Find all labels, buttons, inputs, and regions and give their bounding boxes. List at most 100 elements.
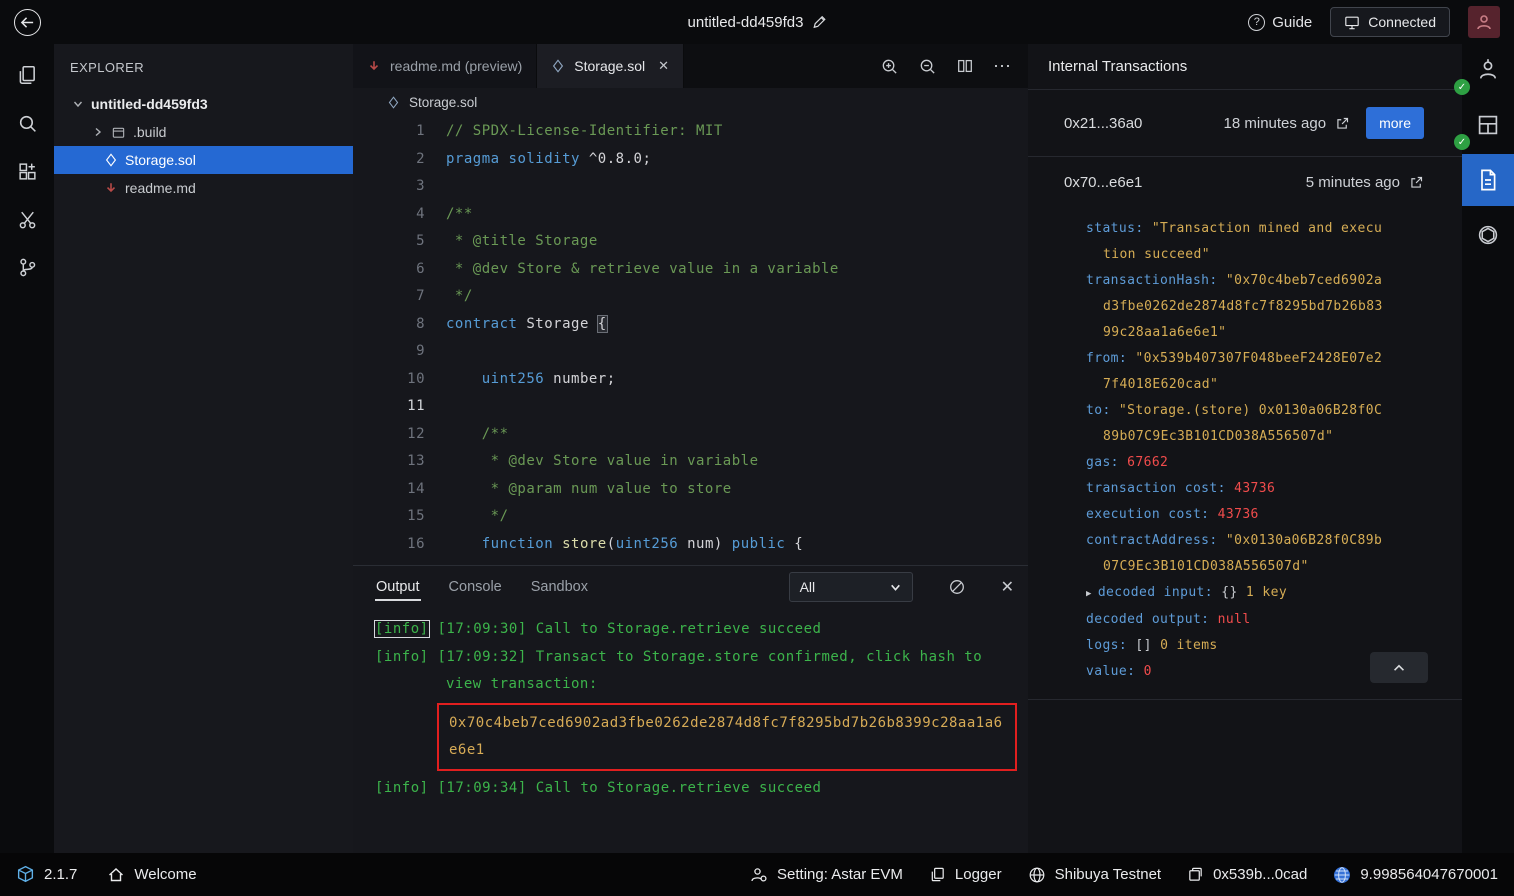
code-line[interactable]: 1// SPDX-License-Identifier: MIT	[353, 118, 1028, 146]
code-editor[interactable]: 1// SPDX-License-Identifier: MIT2pragma …	[353, 116, 1028, 565]
external-link-icon[interactable]	[1409, 175, 1424, 190]
network-indicator[interactable]: Shibuya Testnet	[1028, 866, 1161, 884]
detail-value: 0 items	[1160, 638, 1218, 653]
code-line[interactable]: 3	[353, 173, 1028, 201]
tx-detail-row: status: "Transaction mined and execution…	[1086, 216, 1390, 268]
breadcrumb[interactable]: Storage.sol	[353, 88, 1028, 116]
detail-label: execution cost:	[1086, 507, 1218, 522]
blue-globe-icon	[1333, 866, 1351, 884]
code-line[interactable]: 6 * @dev Store & retrieve value in a var…	[353, 256, 1028, 284]
tab-console[interactable]: Console	[448, 569, 503, 605]
logger-button[interactable]: Logger	[929, 866, 1002, 883]
document-icon[interactable]	[1462, 154, 1514, 206]
tx-detail-row: decoded output: null	[1086, 607, 1390, 633]
transaction-item[interactable]: 0x70...e6e1 5 minutes ago	[1028, 157, 1462, 208]
line-number: 13	[353, 448, 425, 476]
code-line[interactable]: 10 uint256 number;	[353, 366, 1028, 394]
code-line[interactable]: 9	[353, 338, 1028, 366]
external-link-icon[interactable]	[1335, 116, 1350, 131]
close-panel-icon[interactable]: ✕	[1001, 577, 1014, 597]
account-indicator[interactable]: 0x539b...0cad	[1187, 866, 1307, 883]
transaction-hash[interactable]: 0x70...e6e1	[1064, 174, 1142, 191]
solidity-file-icon	[387, 96, 400, 109]
user-icon	[1475, 13, 1493, 31]
split-editor-icon[interactable]	[956, 57, 974, 75]
code-line[interactable]: 4/**	[353, 201, 1028, 229]
tree-item-build[interactable]: .build	[54, 118, 353, 146]
panel-title: Internal Transactions	[1028, 44, 1462, 90]
check-badge-icon: ✓	[1454, 79, 1470, 95]
detail-label: decoded output:	[1086, 612, 1218, 627]
tx-detail-row: gas: 67662	[1086, 450, 1390, 476]
app-window: untitled-dd459fd3 ? Guide Connected	[0, 0, 1514, 896]
code-line[interactable]: 12 /**	[353, 421, 1028, 449]
plugins-icon[interactable]	[5, 152, 49, 190]
back-button[interactable]	[14, 9, 41, 36]
code-line[interactable]: 13 * @dev Store value in variable	[353, 448, 1028, 476]
help-icon: ?	[1248, 14, 1265, 31]
tab-storage[interactable]: Storage.sol ✕	[537, 44, 684, 88]
compiler-icon[interactable]: ✓	[1462, 44, 1514, 96]
tab-sandbox[interactable]: Sandbox	[530, 569, 589, 605]
detail-value: "0x539b407307F048beeF2428E07e27f4018E620…	[1103, 351, 1382, 392]
code-line[interactable]: 2pragma solidity ^0.8.0;	[353, 146, 1028, 174]
tx-detail-row: from: "0x539b407307F048beeF2428E07e27f40…	[1086, 346, 1390, 398]
code-line[interactable]: 5 * @title Storage	[353, 228, 1028, 256]
clear-output-icon[interactable]	[948, 578, 966, 596]
setting-indicator[interactable]: Setting: Astar EVM	[750, 866, 903, 884]
globe-icon	[1028, 866, 1046, 884]
line-number: 7	[353, 283, 425, 311]
log-line: [info] [17:09:32] Transact to Storage.st…	[375, 644, 1012, 699]
expand-arrow-icon[interactable]: ▶	[1086, 589, 1092, 599]
detail-label: status:	[1086, 221, 1152, 236]
tree-item-storage[interactable]: Storage.sol	[54, 146, 353, 174]
code-line[interactable]: 15 */	[353, 503, 1028, 531]
chevron-down-icon	[72, 98, 84, 110]
tx-detail-row[interactable]: ▶decoded input: {} 1 key	[1086, 580, 1390, 607]
connected-button[interactable]: Connected	[1330, 7, 1450, 37]
log-filter-select[interactable]: All	[789, 572, 913, 602]
detail-value: "Storage.(store) 0x0130a06B28f0C89b07C9E…	[1103, 403, 1382, 444]
edit-title-icon[interactable]	[812, 15, 826, 29]
welcome-button[interactable]: Welcome	[107, 866, 196, 884]
tx-detail-row: contractAddress: "0x0130a06B28f0C89b07C9…	[1086, 528, 1390, 580]
markdown-file-icon	[104, 181, 118, 195]
code-line[interactable]: 11	[353, 393, 1028, 421]
zoom-in-icon[interactable]	[880, 57, 899, 76]
avatar[interactable]	[1468, 6, 1500, 38]
project-title: untitled-dd459fd3	[688, 14, 804, 31]
zoom-out-icon[interactable]	[918, 57, 937, 76]
balance-indicator[interactable]: 9.998564047670001	[1333, 866, 1498, 884]
search-icon[interactable]	[5, 104, 49, 142]
code-line[interactable]: 8contract Storage {	[353, 311, 1028, 339]
build-folder-icon	[111, 125, 126, 140]
code-line[interactable]: 7 */	[353, 283, 1028, 311]
transaction-time: 5 minutes ago	[1306, 174, 1424, 191]
transaction-item[interactable]: 0x21...36a0 18 minutes ago more	[1028, 90, 1462, 156]
code-line[interactable]: 16 function store(uint256 num) public {	[353, 531, 1028, 559]
tx-detail-row: transactionHash: "0x70c4beb7ced6902ad3fb…	[1086, 268, 1390, 346]
scroll-to-top-button[interactable]	[1370, 652, 1428, 683]
tools-icon[interactable]	[5, 200, 49, 238]
tx-detail-row: to: "Storage.(store) 0x0130a06B28f0C89b0…	[1086, 398, 1390, 450]
transaction-hash-link[interactable]: 0x70c4beb7ced6902ad3fbe0262de2874d8fc7f8…	[437, 703, 1017, 771]
detail-label: logs:	[1086, 638, 1135, 653]
transaction-hash[interactable]: 0x21...36a0	[1064, 115, 1142, 132]
panel-grid-icon[interactable]: ✓	[1462, 99, 1514, 151]
check-badge-icon: ✓	[1454, 134, 1470, 150]
markdown-file-icon	[367, 59, 381, 73]
detail-label: gas:	[1086, 455, 1127, 470]
tab-output[interactable]: Output	[375, 569, 421, 605]
close-tab-icon[interactable]: ✕	[658, 58, 669, 74]
tree-item-readme[interactable]: readme.md	[54, 174, 353, 202]
tab-readme[interactable]: readme.md (preview)	[353, 44, 537, 88]
more-button[interactable]: more	[1366, 107, 1424, 139]
guide-button[interactable]: ? Guide	[1248, 14, 1312, 31]
git-branch-icon[interactable]	[5, 248, 49, 286]
more-actions-icon[interactable]: ⋯	[993, 56, 1012, 77]
files-icon[interactable]	[5, 56, 49, 94]
code-line[interactable]: 14 * @param num value to store	[353, 476, 1028, 504]
monitor-icon	[1344, 15, 1360, 30]
tree-item-root[interactable]: untitled-dd459fd3	[54, 90, 353, 118]
ai-icon[interactable]	[1462, 209, 1514, 261]
